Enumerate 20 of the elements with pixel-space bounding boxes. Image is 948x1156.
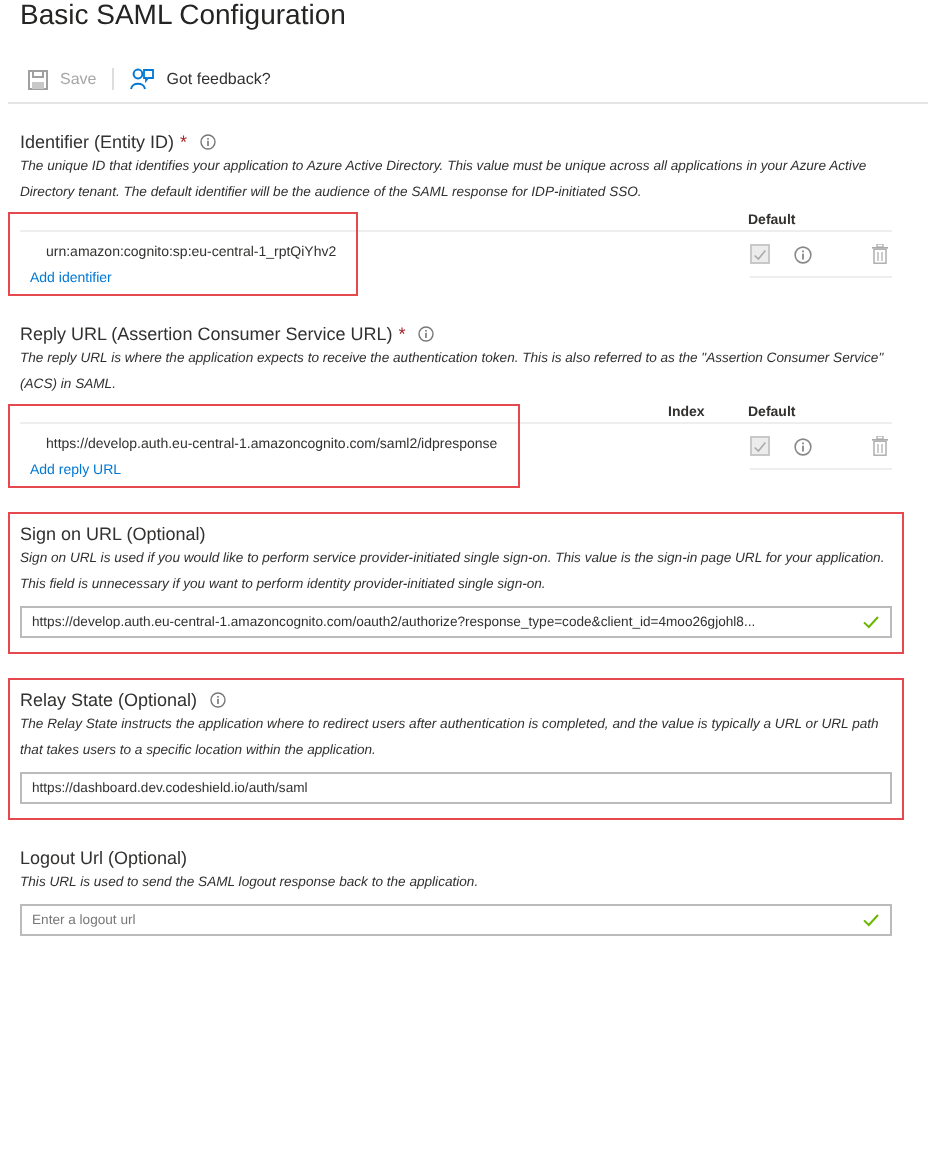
feedback-icon xyxy=(130,68,155,90)
info-icon[interactable] xyxy=(417,326,434,342)
section-label: Reply URL (Assertion Consumer Service URL) xyxy=(20,324,393,344)
save-icon xyxy=(28,69,48,89)
delete-icon[interactable] xyxy=(872,436,888,456)
info-icon[interactable] xyxy=(209,692,226,708)
default-checkbox[interactable] xyxy=(750,436,770,456)
feedback-button[interactable]: Got feedback? xyxy=(130,68,271,90)
default-checkbox[interactable] xyxy=(750,244,770,264)
section-label: Identifier (Entity ID) xyxy=(20,132,175,152)
info-icon[interactable] xyxy=(199,134,216,150)
page-title: Basic SAML Configuration xyxy=(20,0,348,28)
info-icon[interactable] xyxy=(794,245,812,263)
section-label: Relay State (Optional) xyxy=(20,690,198,710)
section-label: Sign on URL (Optional) xyxy=(20,524,206,544)
info-icon[interactable] xyxy=(794,437,812,455)
required-asterisk: * xyxy=(180,132,188,152)
delete-icon[interactable] xyxy=(872,244,888,264)
required-asterisk: * xyxy=(398,324,406,344)
section-label: Logout Url (Optional) xyxy=(20,848,188,868)
